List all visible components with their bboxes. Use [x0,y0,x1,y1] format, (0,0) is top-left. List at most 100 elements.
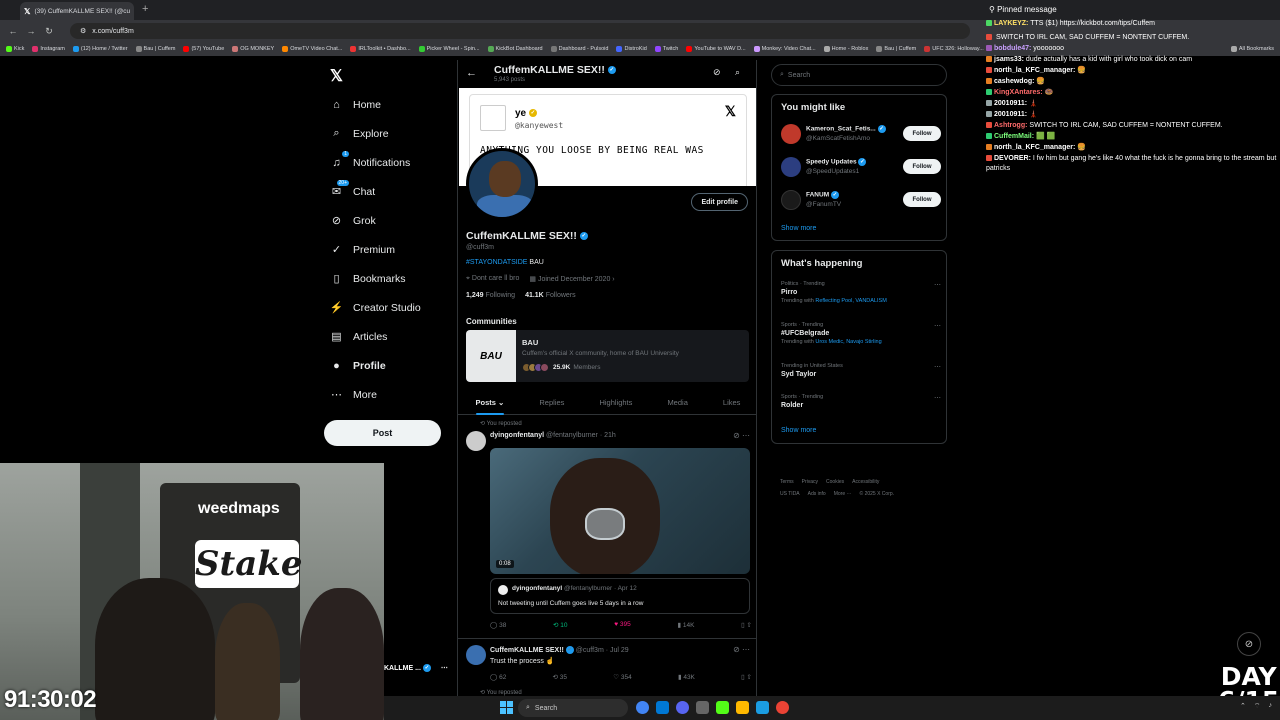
chrome-icon[interactable] [776,701,789,714]
chat-username[interactable]: KingXAntares: [994,89,1043,96]
browser-tab[interactable]: 𝕏 (39) CuffemKALLME SEX!! (@cu × [20,2,134,20]
community-card[interactable]: BAU BAU Cuffem's official X community, h… [466,330,749,382]
nav-more[interactable]: ⋯ More [330,388,377,402]
quoted-post[interactable]: dyingonfentanyl @fentanylburner · Apr 12… [490,578,750,614]
chat-username[interactable]: north_la_KFC_manager: [994,67,1075,74]
url-input[interactable]: ⚙ x.com/cuff3m [70,23,970,39]
chat-username[interactable]: DEVORER: [994,155,1031,162]
trend-item[interactable]: Politics · Trending Pirro Trending with … [781,281,941,304]
nav-explore[interactable]: ⌕ Explore [330,127,388,140]
bookmark-item[interactable]: Bau | Cuffem [876,46,916,52]
trend-item[interactable]: Trending in United States Syd Taylor ⋯ [781,363,941,378]
nav-profile[interactable]: ● Profile [330,359,386,372]
bookmark-item[interactable]: Home - Roblox [823,46,868,52]
bookmark-item[interactable]: IRLToolkit • Dashbo... [350,46,411,52]
nav-home[interactable]: ⌂ Home [330,98,381,111]
bookmark-item[interactable]: YouTube to WAV D... [686,46,746,52]
repost-button[interactable]: ⟲ 10 [553,621,568,629]
bio-hashtag-link[interactable]: #STAYONDATSIDE [466,259,527,266]
follow-button[interactable]: Follow [903,126,941,141]
trend-item[interactable]: Sports · Trending #UFCBelgrade Trending … [781,322,941,345]
suggested-account[interactable]: Speedy Updates ✓ @SpeedUpdates1 Follow [781,155,941,179]
steam-icon[interactable] [756,701,769,714]
followers-link[interactable]: 41.1K Followers [525,292,576,299]
edit-profile-button[interactable]: Edit profile [691,193,748,211]
back-icon[interactable]: ← [8,26,18,36]
tab-replies[interactable]: Replies [539,398,564,407]
folder-icon[interactable] [736,701,749,714]
back-arrow-icon[interactable]: ← [466,67,477,79]
chevron-up-icon[interactable]: ⌃ [1240,702,1246,711]
more-icon[interactable]: ⋯ [934,322,941,330]
show-more-link[interactable]: Show more [781,427,816,434]
chat-username[interactable]: bobdule47: [994,45,1031,52]
reload-icon[interactable]: ↻ [44,26,54,37]
chat-username[interactable]: CuffemMail: [994,133,1034,140]
nav-premium[interactable]: ✓ Premium [330,243,395,257]
nav-bookmarks[interactable]: ▯ Bookmarks [330,272,405,286]
tab-likes[interactable]: Likes [723,398,741,407]
post-button[interactable]: Post [324,420,441,446]
post-avatar[interactable] [466,431,486,451]
bookmark-item[interactable]: OmeTV Video Chat... [282,46,342,52]
nav-grok[interactable]: ⊘ Grok [330,214,376,228]
chat-username[interactable]: cashewdog: [994,78,1034,85]
search-input[interactable]: ⌕ Search [771,64,947,86]
tab-highlights[interactable]: Highlights [599,398,632,407]
bookmark-button[interactable]: ▯ ⇧ [741,673,752,681]
nav-creator-studio[interactable]: ⚡ Creator Studio [330,301,421,315]
discord-icon[interactable] [676,701,689,714]
bookmark-item[interactable]: Bau | Cuffem [135,46,175,52]
suggested-account[interactable]: FANUM ✓ @FanumTV Follow [781,188,941,212]
app-icon[interactable] [696,701,709,714]
x-logo-icon[interactable]: 𝕏 [330,66,343,86]
more-icon[interactable]: ⋯ [934,363,941,371]
bookmark-item[interactable]: OG MONKEY [232,46,274,52]
post-author[interactable]: CuffemKALLME SEX!! ✓ @cuff3m · Jul 29 [490,646,629,654]
tab-media[interactable]: Media [667,398,687,407]
nav-chat[interactable]: ✉ 20+ Chat [330,180,375,198]
joined-date[interactable]: ▦ Joined December 2020 › [529,275,614,283]
grok-icon[interactable]: ⊘ ⋯ [733,645,750,654]
nav-articles[interactable]: ▤ Articles [330,330,387,344]
account-switcher-name[interactable]: KALLME ... ✓ ⋯ [384,664,448,673]
post-author[interactable]: dyingonfentanyl @fentanylburner · 21h [490,432,616,439]
more-icon[interactable]: ⋯ [934,281,941,289]
chat-username[interactable]: north_la_KFC_manager: [994,144,1075,151]
more-icon[interactable]: ⋯ [441,665,448,672]
views-button[interactable]: ▮ 14K [677,621,694,629]
bookmark-item[interactable]: Dashboard - Pulsoid [550,46,608,52]
bookmark-item[interactable]: Picker Wheel - Spin... [418,46,480,52]
chat-username[interactable]: LAYKEYZ: [994,20,1028,27]
post-item[interactable]: CuffemKALLME SEX!! ✓ @cuff3m · Jul 29 ⊘ … [458,638,756,696]
bookmark-item[interactable]: Monkey: Video Chat... [753,46,816,52]
grok-icon[interactable]: ⊘ ⋯ [733,431,750,440]
nav-notifications[interactable]: ♫ 1 Notifications [330,151,410,169]
bookmark-item[interactable]: DistroKid [616,46,647,52]
trend-item[interactable]: Sports · Trending Rolder ⋯ [781,394,941,409]
post-avatar[interactable] [466,645,486,665]
grok-icon[interactable]: ⊘ [713,67,721,78]
repost-button[interactable]: ⟲ 35 [553,673,568,681]
like-button[interactable]: ♥ 395 [614,621,631,629]
following-link[interactable]: 1,249 Following [466,292,515,299]
chat-username[interactable]: jsams33: [994,56,1024,63]
forward-icon[interactable]: → [26,26,36,36]
avatar[interactable] [466,148,538,220]
new-tab-icon[interactable]: + [142,3,148,15]
bookmark-item[interactable]: Twitch [654,46,678,52]
chat-username[interactable]: 20010911: [994,100,1027,107]
bookmark-item[interactable]: Kick [6,46,24,52]
kick-icon[interactable] [716,701,729,714]
more-icon[interactable]: ⋯ [934,394,941,402]
like-button[interactable]: ♡ 354 [613,673,632,681]
search-icon[interactable]: ⌕ [735,67,740,78]
taskbar-search[interactable]: ⌕ Search [518,699,628,717]
bookmark-button[interactable]: ▯ ⇧ [741,621,752,629]
follow-button[interactable]: Follow [903,192,941,207]
chat-username[interactable]: Ashtrogg: [994,122,1027,129]
wifi-icon[interactable]: ⌔ [1254,702,1261,711]
tab-posts[interactable]: Posts ⌄ [475,398,504,415]
volume-icon[interactable]: ♪ [1269,702,1273,711]
bookmark-item[interactable]: (57) YouTube [183,46,224,52]
